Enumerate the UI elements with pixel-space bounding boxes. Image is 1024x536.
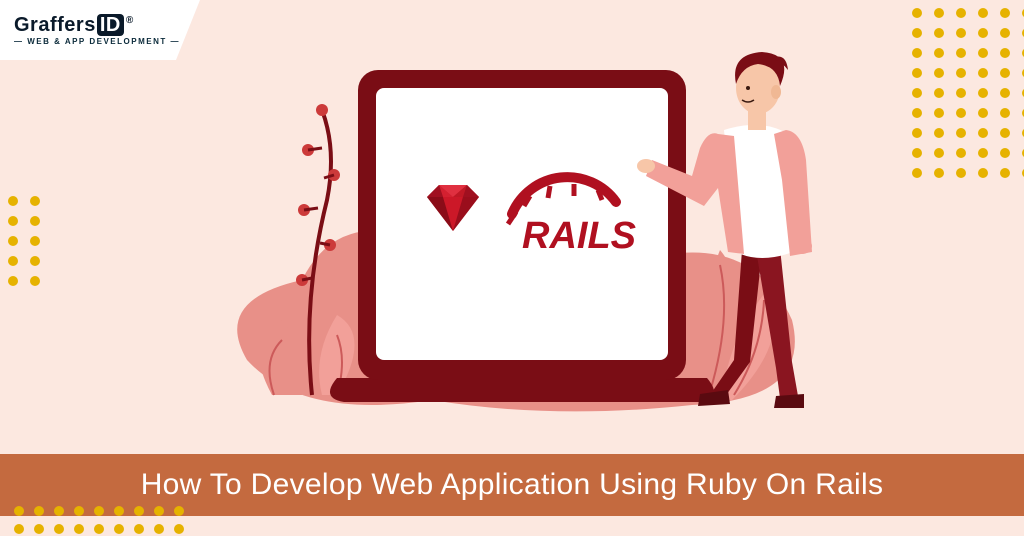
decorative-dot xyxy=(956,168,966,178)
decorative-dot xyxy=(114,506,124,516)
decorative-dot xyxy=(934,68,944,78)
decorative-dot xyxy=(956,148,966,158)
decorative-dot xyxy=(934,8,944,18)
decorative-dot xyxy=(912,108,922,118)
decorative-dot xyxy=(934,88,944,98)
decorative-dot xyxy=(34,506,44,516)
decorative-dot xyxy=(956,88,966,98)
registered-mark: ® xyxy=(126,15,134,26)
decorative-dot xyxy=(8,236,18,246)
brand-tagline: — WEB & APP DEVELOPMENT — xyxy=(14,37,200,46)
decorative-dot xyxy=(956,68,966,78)
decorative-dot xyxy=(154,506,164,516)
decorative-dots-mid-left: for(let i=0;i<15;i++)document.write('<di… xyxy=(0,196,40,286)
decorative-dot xyxy=(912,148,922,158)
decorative-dot xyxy=(8,196,18,206)
decorative-dot xyxy=(956,8,966,18)
decorative-dot xyxy=(978,68,988,78)
decorative-dot xyxy=(74,506,84,516)
decorative-dot xyxy=(134,506,144,516)
decorative-dot xyxy=(30,256,40,266)
decorative-dot xyxy=(934,128,944,138)
decorative-dot xyxy=(1000,8,1010,18)
decorative-dot xyxy=(1000,128,1010,138)
decorative-dot xyxy=(934,168,944,178)
decorative-dot xyxy=(978,88,988,98)
brand-name: GraffersID® xyxy=(14,14,200,37)
decorative-dot xyxy=(30,236,40,246)
decorative-dot xyxy=(978,48,988,58)
brand-name-part2: ID xyxy=(97,14,124,36)
rails-label: RAILS xyxy=(522,215,636,257)
decorative-dot xyxy=(978,168,988,178)
decorative-dot xyxy=(30,196,40,206)
decorative-dot xyxy=(912,28,922,38)
decorative-dot xyxy=(114,524,124,534)
decorative-dot xyxy=(956,108,966,118)
decorative-dot xyxy=(912,8,922,18)
brand-name-part1: Graffers xyxy=(14,14,96,36)
decorative-dot xyxy=(34,524,44,534)
decorative-dot xyxy=(14,524,24,534)
decorative-dot xyxy=(94,506,104,516)
decorative-dot xyxy=(54,506,64,516)
banner-title: How To Develop Web Application Using Rub… xyxy=(141,468,884,502)
decorative-dot xyxy=(934,148,944,158)
decorative-dot xyxy=(934,28,944,38)
decorative-dot xyxy=(8,256,18,266)
decorative-dot xyxy=(1000,68,1010,78)
decorative-dot xyxy=(978,128,988,138)
illustration-svg: RAILS xyxy=(152,0,872,454)
decorative-dot xyxy=(1000,168,1010,178)
decorative-dot xyxy=(934,48,944,58)
decorative-dot xyxy=(134,524,144,534)
decorative-dot xyxy=(912,48,922,58)
decorative-dot xyxy=(978,108,988,118)
decorative-dot xyxy=(912,68,922,78)
decorative-dot xyxy=(978,148,988,158)
decorative-dot xyxy=(912,128,922,138)
decorative-dot xyxy=(1000,28,1010,38)
decorative-dot xyxy=(1000,88,1010,98)
decorative-dot xyxy=(30,216,40,226)
decorative-dot xyxy=(94,524,104,534)
decorative-dot xyxy=(174,524,184,534)
decorative-dots-bottom-left: for(let i=0;i<18;i++)document.write('<di… xyxy=(14,506,184,534)
decorative-dot xyxy=(912,168,922,178)
decorative-dot xyxy=(30,276,40,286)
decorative-dot xyxy=(934,108,944,118)
decorative-dot xyxy=(14,506,24,516)
decorative-dots-top-right: for(let i=0;i<63;i++)document.write('<di… xyxy=(912,8,1024,178)
decorative-dot xyxy=(912,88,922,98)
hero-illustration: RAILS xyxy=(152,0,872,454)
decorative-dot xyxy=(54,524,64,534)
decorative-dot xyxy=(978,28,988,38)
decorative-dot xyxy=(1000,48,1010,58)
decorative-dot xyxy=(174,506,184,516)
decorative-dot xyxy=(956,48,966,58)
decorative-dot xyxy=(74,524,84,534)
decorative-dot xyxy=(1000,148,1010,158)
decorative-dot xyxy=(154,524,164,534)
decorative-dot xyxy=(1000,108,1010,118)
brand-logo: GraffersID® — WEB & APP DEVELOPMENT — xyxy=(0,0,200,60)
decorative-dot xyxy=(978,8,988,18)
decorative-dot xyxy=(956,128,966,138)
decorative-dot xyxy=(956,28,966,38)
decorative-dot xyxy=(8,216,18,226)
decorative-dot xyxy=(8,276,18,286)
